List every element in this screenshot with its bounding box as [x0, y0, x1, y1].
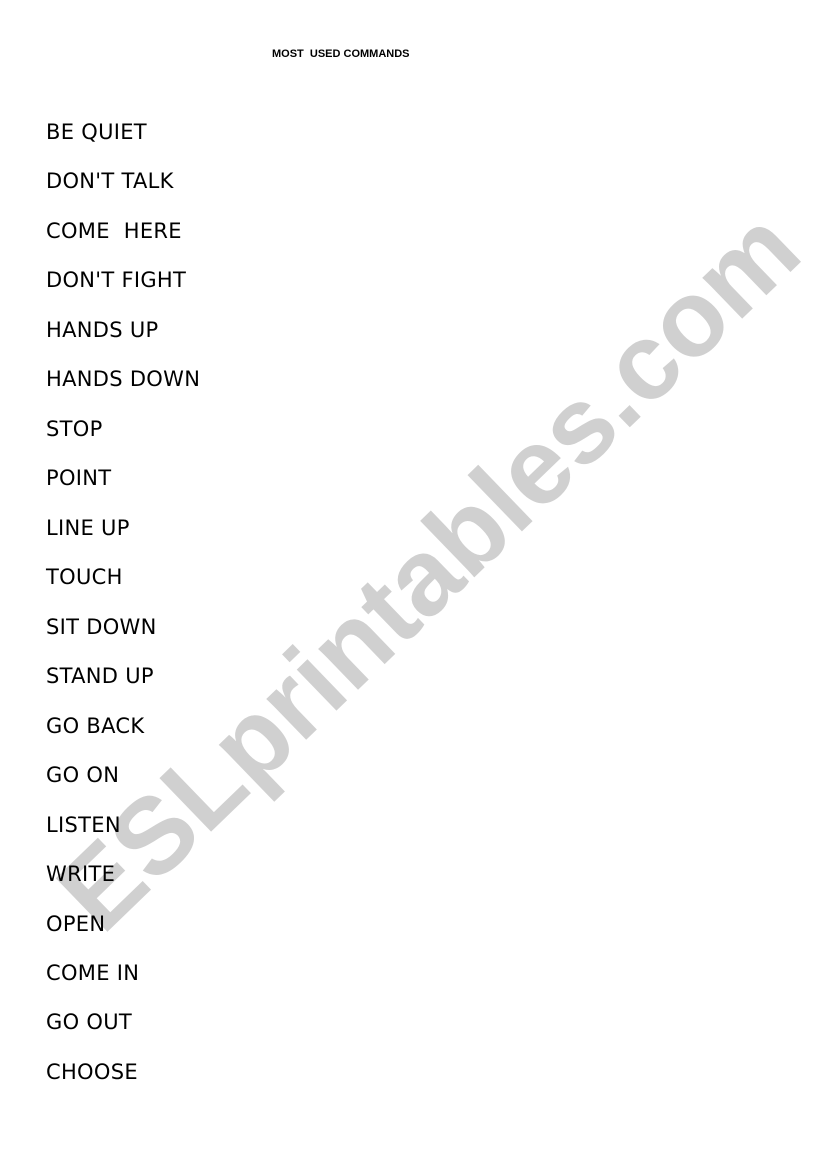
list-item: WRITE: [46, 862, 116, 887]
list-item: BE QUIET: [46, 120, 147, 144]
list-item: TOUCH: [46, 565, 123, 590]
list-item: DON'T TALK: [46, 169, 174, 194]
list-item: STAND UP: [46, 664, 154, 689]
list-item: OPEN: [46, 911, 106, 936]
list-item: LISTEN: [46, 812, 121, 837]
list-item: LINE UP: [46, 515, 130, 540]
list-item: STOP: [46, 416, 103, 441]
list-item: GO OUT: [46, 1010, 133, 1035]
list-item: SIT DOWN: [46, 614, 157, 639]
list-item: HANDS DOWN: [46, 367, 201, 392]
list-item: COME IN: [46, 960, 140, 985]
list-item: HANDS UP: [46, 317, 159, 342]
list-item: GO ON: [46, 763, 120, 788]
list-item: CHOOSE: [46, 1059, 138, 1084]
command-list: BE QUIET DON'T TALK COME HERE DON'T FIGHT HA…: [46, 118, 200, 1107]
list-item: DON'T FIGHT: [46, 268, 187, 293]
list-item: POINT: [46, 466, 112, 491]
list-item: COME HERE: [46, 218, 182, 243]
list-item: GO BACK: [46, 713, 145, 738]
page-title: MOST USED COMMANDS: [272, 48, 410, 60]
